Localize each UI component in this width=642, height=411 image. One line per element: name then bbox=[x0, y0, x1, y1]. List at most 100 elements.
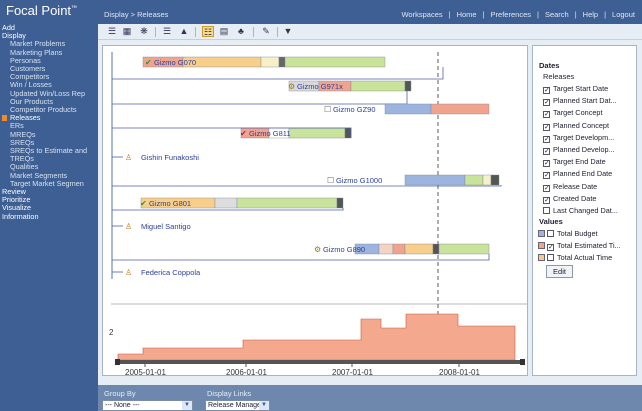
sidebar-item-qualities[interactable]: Qualities bbox=[0, 163, 98, 171]
checkbox[interactable]: ✓ bbox=[543, 172, 550, 180]
sidebar-item-competitor-products[interactable]: Competitor Products bbox=[0, 106, 98, 114]
checkbox[interactable]: ✓ bbox=[543, 123, 550, 131]
release-bar-segment bbox=[482, 174, 492, 186]
group-by-select[interactable]: --- None --- ▼ bbox=[102, 400, 193, 411]
scroll-right-handle[interactable] bbox=[520, 359, 525, 365]
release-manager-label: Gishin Funakoshi bbox=[141, 153, 199, 162]
checkbox[interactable]: ✓ bbox=[543, 184, 550, 192]
color-swatch bbox=[538, 230, 545, 237]
checkbox[interactable]: ✓ bbox=[543, 148, 550, 155]
legend-date-row[interactable]: ✓ Target End Date bbox=[543, 157, 606, 168]
sidebar-item-target-market-segmen[interactable]: Target Market Segmen bbox=[0, 180, 98, 188]
chart-icon[interactable]: ▲ bbox=[178, 26, 190, 37]
link-separator: | bbox=[574, 10, 577, 19]
timeline-scrollbar[interactable] bbox=[115, 360, 525, 364]
legend-date-row[interactable]: ✓ Planned End Date bbox=[543, 169, 612, 180]
sidebar-item-customers[interactable]: Customers bbox=[0, 65, 98, 73]
legend-panel: Dates Releases ✓ Target Start Date ✓ Planne… bbox=[532, 45, 637, 376]
sidebar-item-personas[interactable]: Personas bbox=[0, 57, 98, 65]
sidebar-item-visualize[interactable]: Visualize bbox=[0, 204, 98, 212]
release-bar-segment bbox=[404, 80, 412, 92]
legend-date-row[interactable]: ✓ Target Start Date bbox=[543, 84, 608, 94]
app-logo: Focal Point™ bbox=[0, 0, 98, 24]
release-bar-segment bbox=[404, 243, 434, 255]
sidebar-item-treqs[interactable]: TREQs bbox=[0, 155, 98, 163]
legend-value-row[interactable]: Total Budget bbox=[538, 229, 598, 238]
sidebar-item-display[interactable]: Display bbox=[0, 32, 98, 40]
sidebar-item-prioritize[interactable]: Prioritize bbox=[0, 196, 98, 204]
sidebar-item-sreqs-to-estimate-and[interactable]: SREQs to Estimate and bbox=[0, 147, 98, 155]
legend-date-label: Target End Date bbox=[553, 157, 606, 167]
legend-value-row[interactable]: Total Actual Time bbox=[538, 253, 612, 262]
filter-bars-icon[interactable]: ▤ bbox=[218, 26, 230, 37]
legend-date-row[interactable]: Last Changed Dat... bbox=[543, 206, 618, 215]
release-bar-segment bbox=[350, 80, 406, 92]
sidebar-item-market-segments[interactable]: Market Segments bbox=[0, 172, 98, 180]
box-icon: ☐ bbox=[324, 105, 331, 114]
legend-date-label: Planned Start Dat... bbox=[553, 96, 617, 106]
sidebar-item-competitors[interactable]: Competitors bbox=[0, 73, 98, 81]
checkbox[interactable]: ✓ bbox=[543, 87, 550, 94]
checkbox[interactable]: ✓ bbox=[543, 196, 550, 204]
sidebar: Focal Point™ Add Display Market Problems Ma… bbox=[0, 0, 98, 411]
sidebar-item-releases[interactable]: Releases bbox=[0, 114, 98, 122]
release-bar-segment bbox=[278, 56, 286, 68]
table-icon[interactable]: ▦ bbox=[121, 26, 133, 37]
release-bar-segment bbox=[284, 56, 386, 68]
group-icon[interactable]: ♣ bbox=[235, 26, 247, 37]
sidebar-item-win-losses[interactable]: Win / Losses bbox=[0, 81, 98, 89]
legend-value-label: Total Actual Time bbox=[557, 253, 613, 263]
sidebar-item-review[interactable]: Review bbox=[0, 188, 98, 196]
sidebar-item-sreqs[interactable]: SREQs bbox=[0, 139, 98, 147]
top-link-logout[interactable]: Logout bbox=[609, 10, 638, 19]
sidebar-item-marketing-plans[interactable]: Marketing Plans bbox=[0, 49, 98, 57]
network-icon[interactable]: ❋ bbox=[138, 26, 150, 37]
top-link-search[interactable]: Search bbox=[542, 10, 572, 19]
gear-icon: ⚙ bbox=[288, 82, 295, 91]
sidebar-item-information[interactable]: Information bbox=[0, 213, 98, 221]
filter-icon[interactable]: ▼ bbox=[282, 26, 294, 37]
checkbox[interactable] bbox=[547, 254, 554, 262]
checkbox[interactable]: ✓ bbox=[543, 111, 550, 119]
top-link-home[interactable]: Home bbox=[454, 10, 480, 19]
legend-value-row[interactable]: ✓ Total Estimated Ti... bbox=[538, 241, 621, 252]
legend-date-row[interactable]: ✓ Planned Start Dat... bbox=[543, 96, 617, 107]
legend-date-row[interactable]: ✓ Created Date bbox=[543, 194, 596, 204]
legend-values-title: Values bbox=[539, 217, 563, 226]
checkbox[interactable]: ✓ bbox=[543, 160, 550, 168]
legend-date-label: Target Developm... bbox=[553, 132, 615, 142]
checkbox[interactable]: ✓ bbox=[543, 99, 550, 107]
display-links-select[interactable]: Release Manager ▼ bbox=[205, 400, 270, 411]
checkbox[interactable] bbox=[543, 207, 550, 214]
edit-icon[interactable]: ✎ bbox=[260, 26, 272, 37]
legend-date-row[interactable]: ✓ Target Developm... bbox=[543, 133, 614, 143]
sidebar-item-ers[interactable]: ERs bbox=[0, 122, 98, 130]
sidebar-item-updated-win-loss-rep[interactable]: Updated Win/Loss Rep bbox=[0, 90, 98, 98]
hierarchy-icon[interactable]: ☰ bbox=[106, 26, 118, 37]
chevron-down-icon: ▼ bbox=[259, 401, 269, 410]
top-link-workspaces[interactable]: Workspaces bbox=[398, 10, 445, 19]
edit-button[interactable]: Edit bbox=[546, 265, 573, 278]
release-bar-segment bbox=[236, 197, 338, 209]
highlight-icon[interactable]: ☷ bbox=[202, 26, 214, 37]
display-links-label: Display Links bbox=[207, 389, 252, 398]
histogram-y-label: 2 bbox=[109, 328, 114, 337]
align-left-icon[interactable]: ☰ bbox=[161, 26, 173, 37]
top-link-preferences[interactable]: Preferences bbox=[488, 10, 534, 19]
legend-date-row[interactable]: ✓ Release Date bbox=[543, 182, 597, 192]
top-link-help[interactable]: Help bbox=[580, 10, 601, 19]
scroll-left-handle[interactable] bbox=[115, 359, 120, 365]
legend-date-row[interactable]: ✓ Target Concept bbox=[543, 108, 603, 119]
sidebar-item-our-products[interactable]: Our Products bbox=[0, 98, 98, 106]
checkbox[interactable] bbox=[547, 230, 554, 237]
legend-releases-title: Releases bbox=[543, 72, 575, 81]
sidebar-item-market-problems[interactable]: Market Problems bbox=[0, 40, 98, 48]
sidebar-item-add[interactable]: Add bbox=[0, 24, 98, 32]
legend-date-row[interactable]: ✓ Planned Concept bbox=[543, 121, 609, 131]
checkbox[interactable]: ✓ bbox=[543, 135, 550, 143]
legend-date-row[interactable]: ✓ Planned Develop... bbox=[543, 145, 615, 155]
release-bar-segment bbox=[464, 174, 484, 186]
group-by-label: Group By bbox=[104, 389, 136, 398]
sidebar-item-mreqs[interactable]: MREQs bbox=[0, 131, 98, 139]
checkbox[interactable]: ✓ bbox=[547, 244, 554, 252]
